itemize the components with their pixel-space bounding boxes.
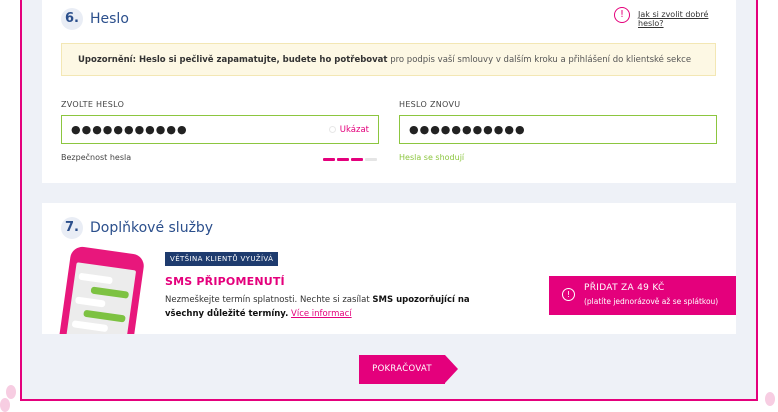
repeat-password-input[interactable]: ●●●●●●●●●●● [399, 115, 717, 144]
more-info-link[interactable]: Více informací [291, 309, 352, 319]
decoration-dot [6, 385, 16, 399]
notice-text: pro podpis vaší smlouvy v dalším kroku a… [390, 55, 692, 65]
section-title: Heslo [90, 11, 129, 27]
password-match-status: Hesla se shodují [399, 153, 465, 162]
info-icon: ! [562, 288, 575, 301]
repeat-password-value: ●●●●●●●●●●● [409, 123, 526, 136]
phone-screen [64, 262, 137, 334]
service-desc-text: Nezmeškejte termín splatnosti. Nechte si… [165, 295, 370, 305]
add-service-button[interactable]: ! PŘIDAT ZA 49 KČ (platíte jednorázově a… [549, 276, 736, 315]
strength-bar-segment [365, 158, 377, 161]
password-input[interactable]: ●●●●●●●●●●● Ukázat [61, 115, 379, 144]
strength-bar-segment [337, 158, 349, 161]
password-label: ZVOLTE HESLO [61, 100, 125, 109]
form-container: 6. Heslo ! Jak si zvolit dobré heslo? Up… [20, 0, 758, 401]
show-password-toggle[interactable]: Ukázat [328, 125, 369, 135]
password-section: 6. Heslo ! Jak si zvolit dobré heslo? Up… [42, 0, 736, 183]
decoration-dot [765, 392, 775, 406]
service-description: Nezmeškejte termín splatnosti. Nechte si… [165, 293, 485, 321]
service-title: SMS PŘIPOMENUTÍ [165, 275, 285, 288]
add-button-note: (platíte jednorázově až se splátkou) [584, 297, 719, 306]
password-strength-meter [323, 158, 377, 161]
phone-illustration [56, 245, 146, 334]
decoration-dot [0, 398, 10, 412]
notice-bold-text: Upozornění: Heslo si pečlivě zapamatujte… [78, 55, 388, 65]
strength-label: Bezpečnost hesla [61, 153, 132, 162]
strength-bar-segment [351, 158, 363, 161]
step-number: 6. [61, 8, 83, 30]
show-password-label: Ukázat [339, 125, 369, 135]
eye-icon [328, 126, 336, 133]
warning-notice: Upozornění: Heslo si pečlivě zapamatujte… [61, 43, 716, 76]
step-number: 7. [61, 217, 83, 239]
add-button-label: PŘIDAT ZA 49 KČ [584, 283, 665, 293]
password-help-link[interactable]: Jak si zvolit dobré heslo? [638, 10, 736, 28]
strength-bar-segment [323, 158, 335, 161]
continue-button[interactable]: POKRAČOVAT [359, 355, 458, 384]
password-value: ●●●●●●●●●●● [71, 123, 188, 136]
section-title: Doplňkové služby [90, 220, 214, 236]
popular-badge: VĚTŠINA KLIENTŮ VYUŽÍVÁ [165, 252, 279, 266]
services-section: 7. Doplňkové služby VĚTŠINA KLIENTŮ VYUŽ… [42, 203, 736, 334]
info-icon[interactable]: ! [614, 7, 630, 23]
repeat-password-label: HESLO ZNOVU [399, 100, 461, 109]
